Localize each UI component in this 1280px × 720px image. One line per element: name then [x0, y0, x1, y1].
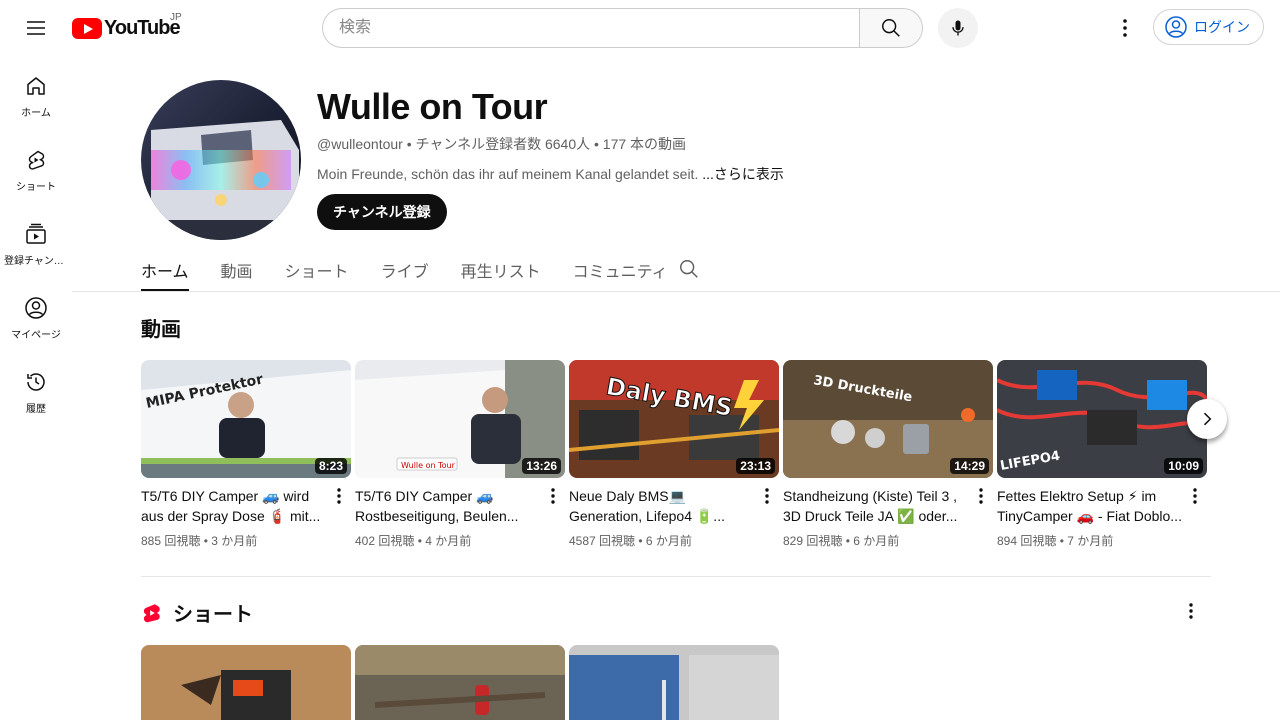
you-icon [25, 297, 47, 319]
video-meta: 885 回視聴 • 3 か月前 [141, 534, 258, 548]
voice-search-button[interactable] [938, 8, 978, 48]
channel-description-text: Moin Freunde, schön das ihr auf meinem K… [317, 166, 703, 182]
shorts-section-title: ショート [173, 604, 253, 626]
video-menu-button[interactable] [331, 484, 347, 508]
tab-live[interactable]: ライブ [381, 248, 429, 291]
login-label: ログイン [1194, 19, 1250, 35]
account-icon [1165, 16, 1187, 38]
sidebar-item-label: マイページ [11, 330, 61, 341]
more-vert-icon [1189, 603, 1193, 619]
video-title[interactable]: T5/T6 DIY Camper 🚙 Rostbeseitigung, Beul… [355, 486, 541, 526]
more-vert-icon [979, 488, 983, 504]
short-thumbnail[interactable] [141, 645, 351, 720]
video-duration: 10:09 [1164, 458, 1203, 474]
video-title[interactable]: Standheizung (Kiste) Teil 3 , 3D Druck T… [783, 486, 969, 526]
video-menu-button[interactable] [973, 484, 989, 508]
more-vert-icon [1193, 488, 1197, 504]
sidebar-item-history[interactable]: 履歴 [4, 352, 68, 426]
more-vert-icon [765, 488, 769, 504]
sidebar-item-label: 履歴 [26, 404, 46, 415]
shorts-section-header: ショート [141, 598, 253, 627]
channel-name: Wulle on Tour [317, 86, 548, 127]
video-meta: 894 回視聴 • 7 か月前 [997, 534, 1114, 548]
home-icon [27, 77, 45, 95]
more-vert-icon [1123, 19, 1127, 37]
sidebar-item-home[interactable]: ホーム [4, 56, 68, 130]
thumb-text: Wulle on Tour [401, 461, 456, 470]
tab-community[interactable]: コミュニティ [573, 248, 668, 291]
sidebar-item-subscriptions[interactable]: 登録チャンネル [4, 204, 68, 278]
guide-menu-button[interactable] [16, 8, 56, 48]
login-button[interactable]: ログイン [1153, 9, 1264, 45]
settings-menu-button[interactable] [1105, 8, 1145, 48]
youtube-play-icon [72, 17, 102, 39]
top-bar: YouTube JP ログイン [0, 0, 1280, 56]
videos-section-title[interactable]: 動画 [141, 313, 181, 342]
video-thumbnail[interactable]: LIFEPO4 10:09 [997, 360, 1207, 478]
video-card[interactable]: LIFEPO4 10:09 Fettes Elektro Setup ⚡ im … [997, 360, 1207, 549]
video-meta: 402 回視聴 • 4 か月前 [355, 534, 472, 548]
search-icon [680, 260, 698, 278]
video-menu-button[interactable] [545, 484, 561, 508]
video-card[interactable]: Daly BMS 23:13 Neue Daly BMS💻 Generation… [569, 360, 779, 549]
tab-shorts[interactable]: ショート [285, 248, 349, 291]
sidebar-item-label: ショート [16, 182, 56, 193]
video-duration: 13:26 [522, 458, 561, 474]
shorts-section-menu-button[interactable] [1179, 599, 1203, 623]
subscribe-button[interactable]: チャンネル登録 [317, 194, 447, 230]
channel-search-button[interactable] [678, 258, 700, 285]
more-vert-icon [551, 488, 555, 504]
channel-tabs: ホーム 動画 ショート ライブ 再生リスト コミュニティ [141, 248, 700, 292]
video-thumbnail[interactable]: Daly BMS 23:13 [569, 360, 779, 478]
video-title[interactable]: T5/T6 DIY Camper 🚙 wird aus der Spray Do… [141, 486, 327, 526]
sidebar-item-you[interactable]: マイページ [4, 278, 68, 352]
video-title[interactable]: Neue Daly BMS💻 Generation, Lifepo4 🔋... [569, 486, 755, 526]
tabs-divider [72, 291, 1280, 292]
search-box [322, 8, 923, 48]
short-thumbnail[interactable] [569, 645, 779, 720]
shorts-logo-icon [143, 603, 160, 622]
show-more-link[interactable]: ...さらに表示 [702, 166, 784, 182]
sidebar-item-shorts[interactable]: ショート [4, 130, 68, 204]
video-duration: 8:23 [314, 458, 347, 474]
video-thumbnail[interactable]: MIPA Protektor 8:23 [141, 360, 351, 478]
channel-meta: @wulleontour • チャンネル登録者数 6640人 • 177 本の動… [317, 136, 687, 152]
logo-text: YouTube [104, 16, 181, 39]
sidebar-item-label: 登録チャンネル [4, 256, 68, 267]
video-duration: 23:13 [736, 458, 775, 474]
tab-home[interactable]: ホーム [141, 248, 189, 291]
youtube-logo[interactable]: YouTube JP [72, 12, 182, 39]
microphone-icon [952, 20, 964, 36]
more-vert-icon [337, 488, 341, 504]
shorts-icon [28, 150, 45, 170]
video-card[interactable]: MIPA Protektor 8:23 T5/T6 DIY Camper 🚙 w… [141, 360, 351, 549]
tab-playlists[interactable]: 再生リスト [461, 248, 541, 291]
search-button[interactable] [859, 8, 923, 48]
video-thumbnail[interactable]: 3D Druckteile 14:29 [783, 360, 993, 478]
video-duration: 14:29 [950, 458, 989, 474]
video-title[interactable]: Fettes Elektro Setup ⚡ im TinyCamper 🚗 -… [997, 486, 1183, 526]
video-menu-button[interactable] [1187, 484, 1203, 508]
carousel-next-button[interactable] [1187, 399, 1227, 439]
video-meta: 829 回視聴 • 6 か月前 [783, 534, 900, 548]
logo-region: JP [170, 12, 182, 23]
video-card[interactable]: Wulle on Tour 13:26 T5/T6 DIY Camper 🚙 R… [355, 360, 565, 549]
hamburger-icon [27, 21, 45, 35]
chevron-right-icon [1203, 412, 1212, 426]
section-divider [141, 576, 1211, 577]
mini-guide: ホーム ショート 登録チャンネル マイページ 履歴 [0, 56, 72, 426]
search-icon [882, 19, 900, 37]
short-thumbnail[interactable] [355, 645, 565, 720]
channel-avatar [141, 80, 301, 240]
subscriptions-icon [26, 223, 46, 244]
video-menu-button[interactable] [759, 484, 775, 508]
search-input[interactable] [322, 8, 859, 48]
history-icon [27, 373, 45, 391]
video-meta: 4587 回視聴 • 6 か月前 [569, 534, 692, 548]
video-card[interactable]: 3D Druckteile 14:29 Standheizung (Kiste)… [783, 360, 993, 549]
sidebar-item-label: ホーム [21, 108, 51, 119]
tab-videos[interactable]: 動画 [221, 248, 253, 291]
channel-description[interactable]: Moin Freunde, schön das ihr auf meinem K… [317, 164, 784, 184]
video-thumbnail[interactable]: Wulle on Tour 13:26 [355, 360, 565, 478]
